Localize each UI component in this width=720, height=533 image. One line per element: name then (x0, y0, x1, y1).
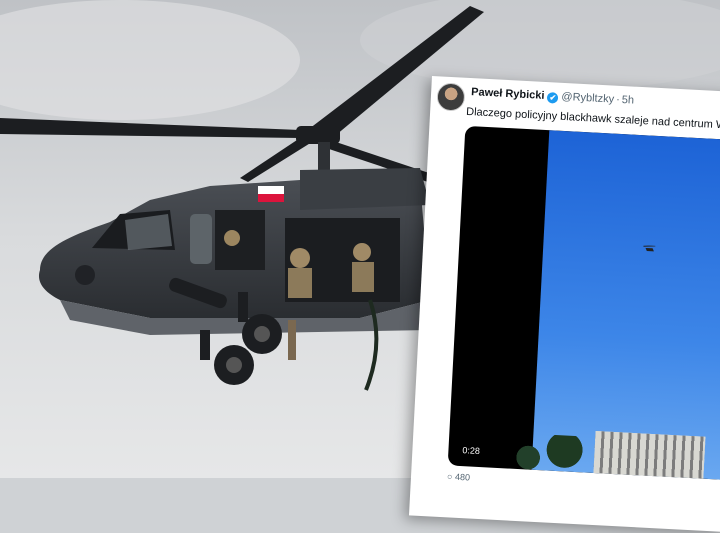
author-handle[interactable]: @Rybltzky (561, 91, 614, 106)
author-avatar[interactable] (436, 82, 466, 112)
tweet-video[interactable]: 0:28 (447, 125, 720, 482)
tweet-time[interactable]: 5h (621, 94, 634, 107)
tweet-card[interactable]: Paweł Rybicki ✔ @Rybltzky·5h Dlaczego poli… (408, 76, 720, 533)
separator-dot: · (615, 93, 621, 106)
reply-count-value: 480 (454, 471, 471, 483)
video-building (593, 431, 706, 479)
reply-count[interactable]: ○ 480 (447, 471, 470, 482)
reply-icon: ○ (446, 471, 453, 482)
video-tree (539, 434, 590, 473)
author-line: Paweł Rybicki ✔ @Rybltzky·5h (471, 86, 634, 108)
author-name[interactable]: Paweł Rybicki (471, 86, 545, 102)
verified-badge-icon: ✔ (547, 92, 559, 104)
video-duration: 0:28 (458, 443, 485, 458)
distant-helicopter-icon (643, 245, 656, 252)
video-sky (531, 130, 720, 482)
